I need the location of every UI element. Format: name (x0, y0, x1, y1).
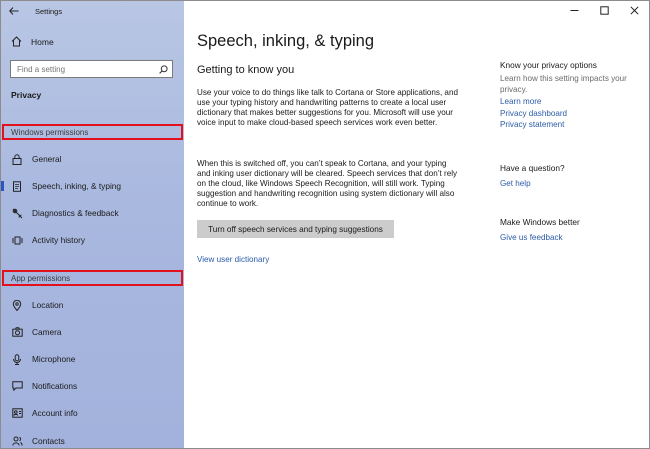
question-panel: Have a question? Get help (500, 163, 645, 190)
title-bar: Settings (1, 1, 184, 21)
close-button[interactable] (619, 1, 649, 19)
window-controls (559, 1, 649, 19)
nav-item-account-info[interactable]: Account info (1, 401, 184, 425)
turn-off-speech-button[interactable]: Turn off speech services and typing sugg… (197, 220, 394, 238)
nav-label: Activity history (32, 235, 86, 245)
feedback-panel: Make Windows better Give us feedback (500, 217, 645, 244)
minimize-button[interactable] (559, 1, 589, 19)
view-user-dictionary-link[interactable]: View user dictionary (197, 255, 269, 264)
search-input[interactable] (17, 64, 147, 74)
nav-item-location[interactable]: Location (1, 293, 184, 317)
search-icon (159, 64, 168, 74)
sidebar: Settings Home Privacy Windows permission… (1, 1, 184, 448)
give-feedback-link[interactable]: Give us feedback (500, 232, 645, 244)
nav-item-contacts[interactable]: Contacts (1, 429, 184, 448)
home-label: Home (31, 36, 54, 47)
back-button[interactable] (1, 1, 27, 21)
description-paragraph: Use your voice to do things like talk to… (197, 88, 458, 128)
home-icon (11, 36, 22, 47)
privacy-dashboard-link[interactable]: Privacy dashboard (500, 108, 645, 120)
get-help-link[interactable]: Get help (500, 178, 645, 190)
privacy-options-heading: Know your privacy options (500, 60, 597, 70)
lock-icon (11, 153, 23, 165)
minimize-icon (570, 9, 578, 11)
nav-item-camera[interactable]: Camera (1, 320, 184, 344)
privacy-statement-link[interactable]: Privacy statement (500, 119, 645, 131)
home-nav-item[interactable]: Home (11, 36, 54, 47)
nav-label: Speech, inking, & typing (32, 181, 122, 191)
nav-label: Location (32, 300, 64, 310)
nav-item-speech-inking-typing[interactable]: Speech, inking, & typing (1, 174, 184, 198)
diagnostics-icon (11, 207, 23, 219)
app-title: Settings (35, 6, 63, 16)
privacy-options-text: Learn how this setting impacts your priv… (500, 74, 627, 94)
question-heading: Have a question? (500, 163, 565, 173)
nav-label: Camera (32, 327, 62, 337)
nav-label: Notifications (32, 381, 78, 391)
section-subtitle: Getting to know you (197, 64, 295, 76)
maximize-button[interactable] (589, 1, 619, 19)
learn-more-link[interactable]: Learn more (500, 96, 645, 108)
nav-item-activity-history[interactable]: Activity history (1, 228, 184, 252)
app-permissions-label: App permissions (11, 273, 71, 283)
app-permissions-header: App permissions (2, 270, 183, 286)
location-icon (11, 299, 23, 311)
back-arrow-icon (9, 7, 19, 15)
make-windows-better-heading: Make Windows better (500, 217, 580, 227)
nav-label: Microphone (32, 354, 76, 364)
search-box[interactable] (10, 60, 173, 78)
nav-item-notifications[interactable]: Notifications (1, 374, 184, 398)
nav-item-diagnostics-feedback[interactable]: Diagnostics & feedback (1, 201, 184, 225)
nav-label: Diagnostics & feedback (32, 208, 119, 218)
nav-item-general[interactable]: General (1, 147, 184, 171)
settings-window: Settings Home Privacy Windows permission… (0, 0, 650, 449)
account-info-icon (11, 407, 23, 419)
document-icon (11, 180, 23, 192)
activity-history-icon (11, 234, 23, 246)
windows-permissions-label: Windows permissions (11, 127, 89, 137)
nav-item-microphone[interactable]: Microphone (1, 347, 184, 371)
nav-label: Contacts (32, 436, 65, 446)
microphone-icon (11, 353, 23, 365)
notifications-icon (11, 380, 23, 392)
windows-permissions-header: Windows permissions (2, 124, 183, 140)
nav-label: Account info (32, 408, 78, 418)
contacts-icon (11, 435, 23, 447)
maximize-icon (599, 5, 609, 15)
nav-label: General (32, 154, 62, 164)
close-icon (629, 5, 639, 15)
camera-icon (11, 326, 23, 338)
page-title: Speech, inking, & typing (197, 32, 375, 50)
section-title: Privacy (11, 90, 42, 100)
privacy-options-panel: Know your privacy options Learn how this… (500, 60, 645, 131)
switch-off-paragraph: When this is switched off, you can’t spe… (197, 159, 458, 209)
